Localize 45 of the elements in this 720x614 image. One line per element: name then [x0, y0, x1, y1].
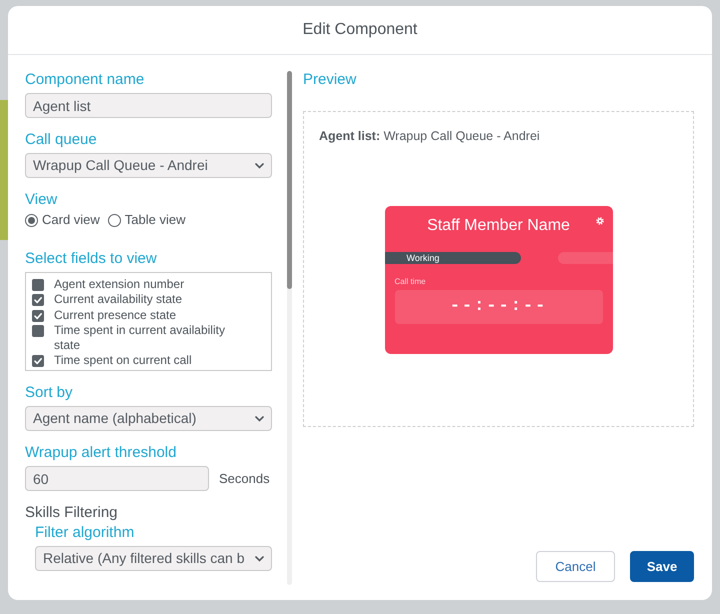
- field-option-label[interactable]: Agent extension number: [54, 277, 184, 292]
- caret-icon: [255, 162, 264, 168]
- status-pill: Working: [384, 252, 520, 264]
- radio-button[interactable]: [108, 214, 121, 226]
- checkbox[interactable]: [32, 324, 44, 337]
- preview-label: Preview: [303, 70, 356, 90]
- field-label: Filter algorithm: [35, 523, 134, 543]
- checkbox[interactable]: [32, 310, 44, 322]
- preview-caption: Agent list: Wrapup Call Queue - Andrei: [319, 128, 540, 144]
- unit-label: Seconds: [219, 470, 270, 488]
- empty-pill: [558, 252, 612, 264]
- save-button[interactable]: Save: [630, 551, 694, 582]
- field-option-label[interactable]: Time spent in current availability state: [54, 322, 239, 354]
- field-option-label[interactable]: Current availability state: [54, 292, 182, 308]
- radio-label[interactable]: Table view: [124, 212, 186, 228]
- field-option-label[interactable]: Time spent on current call: [54, 353, 192, 369]
- timer-label: Call time: [394, 277, 426, 287]
- staff-name: Staff Member Name: [427, 216, 570, 236]
- field-label: Component name: [25, 70, 144, 90]
- field-label: Select fields to view: [25, 249, 157, 269]
- field-option-label[interactable]: Current presence state: [54, 308, 176, 323]
- settings-icon[interactable]: [596, 217, 604, 225]
- fields-listbox[interactable]: Agent extension number Current availability state Current presence state Time spent in current availability state Time spent on current call: [25, 272, 272, 371]
- field-label: Call queue: [25, 130, 97, 150]
- text-field[interactable]: Agent list: [25, 93, 272, 118]
- caret-icon: [255, 416, 264, 422]
- select-dropdown[interactable]: Wrapup Call Queue - Andrei: [25, 153, 272, 178]
- section-heading: Skills Filtering: [25, 503, 118, 523]
- call-timer: --:--:--: [394, 290, 602, 324]
- dialog-title: Edit Component: [302, 20, 418, 40]
- scrollbar-thumb[interactable]: [287, 71, 292, 289]
- scrollbar-track[interactable]: [287, 71, 292, 585]
- caret-icon: [255, 556, 264, 562]
- field-label: View: [25, 190, 58, 210]
- select-dropdown[interactable]: Relative (Any filtered skills can b: [35, 546, 272, 571]
- number-field[interactable]: 60: [25, 466, 209, 491]
- field-label: Sort by: [25, 383, 73, 403]
- cancel-button[interactable]: Cancel: [536, 551, 615, 582]
- checkbox[interactable]: [32, 279, 44, 291]
- checkbox[interactable]: [32, 355, 44, 368]
- radio-button[interactable]: [25, 214, 38, 226]
- checkbox[interactable]: [32, 294, 44, 306]
- radio-label[interactable]: Card view: [42, 212, 100, 228]
- field-label: Wrapup alert threshold: [25, 443, 176, 463]
- select-dropdown[interactable]: Agent name (alphabetical): [25, 406, 272, 431]
